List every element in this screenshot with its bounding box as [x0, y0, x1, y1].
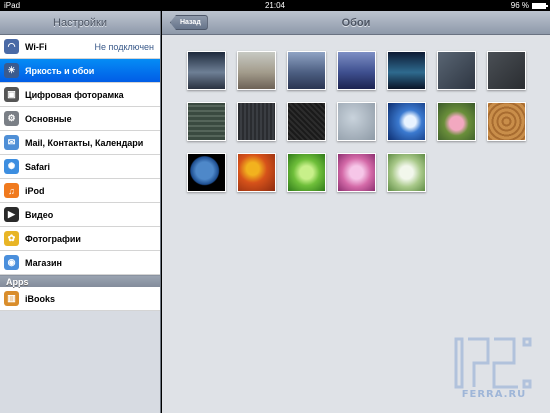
sidebar-item-label: Фотографии — [25, 233, 81, 244]
ferra-logo-mark — [454, 337, 532, 389]
sidebar-item-label: iBooks — [25, 293, 56, 304]
brightness-icon: ☀ — [4, 63, 19, 78]
wallpaper-thumb-aurora[interactable] — [387, 51, 426, 90]
sidebar-item-gear[interactable]: ⚙ Основные — [0, 107, 160, 131]
gear-icon: ⚙ — [4, 111, 19, 126]
wallpaper-thumb-autumn-leaves[interactable] — [237, 153, 276, 192]
wallpaper-thumb-wave[interactable] — [387, 102, 426, 141]
wifi-icon: ◠ — [4, 39, 19, 54]
sidebar-item-detail: Не подключен — [94, 41, 154, 52]
sunflower-icon: ✿ — [4, 231, 19, 246]
sidebar-item-safari-compass[interactable]: ✺ Safari — [0, 155, 160, 179]
section-header-apps: Apps — [0, 275, 160, 287]
sidebar-item-store[interactable]: ◉ Магазин — [0, 251, 160, 275]
wallpaper-thumb-white-flowers[interactable] — [387, 153, 426, 192]
wallpaper-thumb-green-leaves[interactable] — [287, 153, 326, 192]
wallpaper-thumb-black-weave[interactable] — [287, 102, 326, 141]
wallpaper-thumb-water-drops[interactable] — [337, 102, 376, 141]
sidebar-item-mail[interactable]: ✉ Mail, Контакты, Календари — [0, 131, 160, 155]
settings-sidebar: Настройки ◠ Wi-Fi Не подключен ☀ Яркость и о… — [0, 11, 161, 413]
sidebar-item-label: Wi-Fi — [25, 41, 47, 52]
ibooks-icon: ▥ — [4, 291, 19, 306]
photo-frame-icon: ▣ — [4, 87, 19, 102]
safari-compass-icon: ✺ — [4, 159, 19, 174]
back-button[interactable]: Назад — [170, 15, 208, 30]
sidebar-item-wifi[interactable]: ◠ Wi-Fi Не подключен — [0, 35, 160, 59]
store-icon: ◉ — [4, 255, 19, 270]
page-title: Обои — [341, 17, 371, 29]
sidebar-item-photo-frame[interactable]: ▣ Цифровая фоторамка — [0, 83, 160, 107]
ferra-watermark: FERRA.RU — [448, 337, 540, 405]
settings-list: ◠ Wi-Fi Не подключен ☀ Яркость и обои ▣ Цифров… — [0, 35, 160, 275]
wallpaper-thumb-pink-flowers[interactable] — [337, 153, 376, 192]
apps-list: ▥ iBooks — [0, 287, 160, 311]
battery-icon — [532, 2, 548, 9]
ipod-icon: ♫ — [4, 183, 19, 198]
battery-level — [533, 3, 545, 8]
sidebar-item-ipod[interactable]: ♫ iPod — [0, 179, 160, 203]
sidebar-title: Настройки — [0, 11, 160, 35]
sidebar-item-label: Видео — [25, 209, 54, 220]
wallpaper-thumb-blue-hills[interactable] — [337, 51, 376, 90]
mail-icon: ✉ — [4, 135, 19, 150]
wallpaper-thumb-earth[interactable] — [187, 153, 226, 192]
watermark-text: FERRA.RU — [461, 389, 527, 400]
sidebar-item-label: Основные — [25, 113, 72, 124]
sidebar-item-label: Цифровая фоторамка — [25, 89, 124, 100]
wallpaper-thumb-plaid-green[interactable] — [187, 102, 226, 141]
sidebar-item-label: iPod — [25, 185, 45, 196]
sidebar-item-label: Safari — [25, 161, 51, 172]
sidebar-item-video[interactable]: ▶ Видео — [0, 203, 160, 227]
sidebar-item-label: Магазин — [25, 257, 62, 268]
wallpaper-thumb-gray-texture[interactable] — [437, 51, 476, 90]
sidebar-item-label: Mail, Контакты, Календари — [25, 137, 144, 148]
wallpaper-thumb-lake-mountains[interactable] — [287, 51, 326, 90]
wallpaper-pane: Обои Назад FERRA.RU — [162, 11, 550, 413]
wallpaper-thumb-beach-sky[interactable] — [237, 51, 276, 90]
nav-bar: Обои Назад — [162, 11, 550, 35]
wallpaper-thumb-lotus[interactable] — [437, 102, 476, 141]
battery-status: 96 % — [510, 0, 548, 11]
wallpaper-thumb-dark-gray[interactable] — [487, 51, 526, 90]
sidebar-item-label: Яркость и обои — [25, 65, 95, 76]
video-icon: ▶ — [4, 207, 19, 222]
sidebar-item-ibooks[interactable]: ▥ iBooks — [0, 287, 160, 311]
clock: 21:04 — [264, 1, 286, 10]
wallpaper-thumb-mountain-dusk[interactable] — [187, 51, 226, 90]
sidebar-item-sunflower[interactable]: ✿ Фотографии — [0, 227, 160, 251]
sidebar-item-brightness[interactable]: ☀ Яркость и обои — [0, 59, 160, 83]
status-bar: iPad 21:04 96 % — [0, 0, 550, 11]
wallpaper-thumb-dark-stripes[interactable] — [237, 102, 276, 141]
wallpaper-thumb-wood-rings[interactable] — [487, 102, 526, 141]
battery-percent: 96 % — [510, 1, 529, 10]
